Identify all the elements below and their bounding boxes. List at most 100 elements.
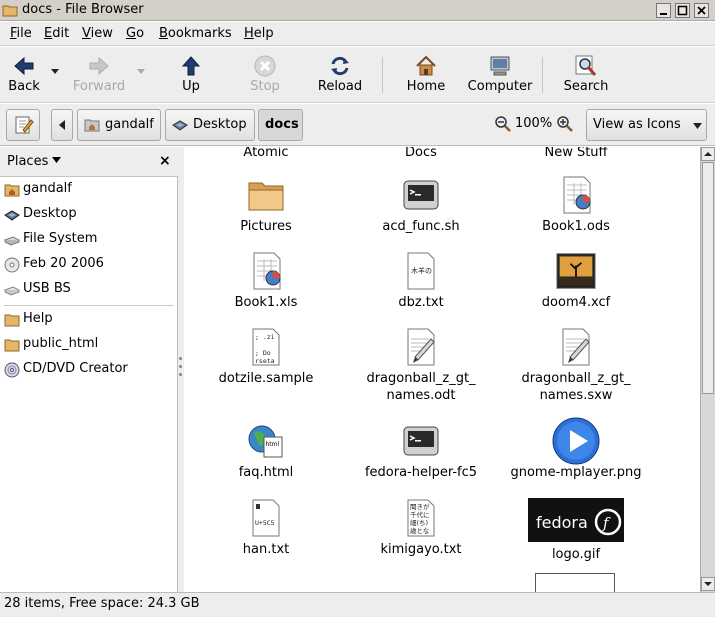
- close-window-button[interactable]: [694, 3, 709, 18]
- sidebar-item-desktop[interactable]: Desktop: [0, 203, 178, 227]
- file-item-pictures[interactable]: Pictures: [191, 175, 341, 235]
- svg-text:木羊の: 木羊の: [411, 266, 432, 275]
- file-item-dragonball-sxw[interactable]: dragonball_z_gt_ names.sxw: [501, 327, 651, 407]
- sidebar-item-file-system[interactable]: File System: [0, 228, 178, 252]
- minimize-button[interactable]: [656, 3, 671, 18]
- file-item-dragonball-odt[interactable]: dragonball_z_gt_ names.odt: [346, 327, 496, 407]
- sidebar-item-usb-bs[interactable]: USB BS: [0, 278, 178, 302]
- title-bar: docs - File Browser: [0, 0, 715, 21]
- terminal-script-icon: [403, 180, 439, 210]
- menu-file[interactable]: File: [10, 26, 32, 41]
- file-item-dbz-txt[interactable]: 木羊の dbz.txt: [346, 251, 496, 311]
- path-scroll-left-button[interactable]: [51, 109, 73, 141]
- svg-text:fedora: fedora: [536, 513, 588, 532]
- file-icon-view[interactable]: Atomic Docs New Stuff Pictures acd_func.…: [184, 147, 700, 592]
- file-item-faq-html[interactable]: html faq.html: [191, 421, 341, 481]
- menu-go[interactable]: Go: [126, 26, 144, 41]
- back-arrow-icon: [14, 56, 34, 76]
- usb-drive-icon: [4, 286, 20, 296]
- file-item-kimigayo-txt[interactable]: 聞きが 千代に 細(ち) 歳とな kimigayo.txt: [346, 498, 496, 558]
- search-button[interactable]: Search: [558, 47, 614, 103]
- grip-dot: [179, 365, 182, 368]
- menu-view[interactable]: View: [82, 26, 113, 41]
- computer-button[interactable]: Computer: [464, 47, 536, 103]
- folder-icon: [4, 314, 20, 327]
- spreadsheet-icon: [253, 252, 281, 290]
- reload-button[interactable]: Reload: [312, 47, 368, 103]
- svg-text:U+5C5: U+5C5: [255, 519, 275, 527]
- text-file-icon: 聞きが千代に細(ち)歳とな: [407, 499, 435, 537]
- zoom-in-icon[interactable]: [556, 115, 574, 133]
- sidebar-title-dropdown[interactable]: Places: [7, 154, 62, 169]
- menu-bookmarks[interactable]: Bookmarks: [159, 26, 232, 41]
- html-file-icon: html: [248, 425, 283, 458]
- home-folder-icon: [84, 119, 100, 132]
- sidebar-item-help[interactable]: Help: [0, 308, 178, 332]
- edit-location-icon: [15, 116, 34, 134]
- chevron-down-icon: [704, 582, 712, 586]
- path-button-gandalf[interactable]: gandalf: [77, 109, 161, 141]
- svg-text:; .zi: ; .zi: [255, 333, 275, 341]
- vertical-scrollbar[interactable]: [700, 147, 715, 592]
- sidebar-item-public-html[interactable]: public_html: [0, 333, 178, 357]
- folder-icon: [4, 339, 20, 352]
- file-item-book1-xls[interactable]: Book1.xls: [191, 251, 341, 311]
- desktop-icon: [4, 210, 20, 221]
- status-text: 28 items, Free space: 24.3 GB: [4, 596, 200, 611]
- sidebar-item-gandalf[interactable]: gandalf: [0, 178, 178, 202]
- file-item-gnome-mplayer[interactable]: gnome-mplayer.png: [501, 417, 651, 481]
- stop-button[interactable]: Stop: [240, 47, 290, 103]
- menu-help[interactable]: Help: [244, 26, 274, 41]
- home-button[interactable]: Home: [400, 47, 452, 103]
- terminal-script-icon: [403, 426, 439, 456]
- up-button[interactable]: Up: [166, 47, 216, 103]
- svg-text:; Do: ; Do: [255, 349, 271, 357]
- zoom-out-icon[interactable]: [494, 115, 512, 133]
- sidebar-item-feb-20-2006[interactable]: Feb 20 2006: [0, 253, 178, 277]
- maximize-icon: [677, 5, 688, 16]
- home-folder-icon: [4, 184, 20, 197]
- back-history-dropdown[interactable]: [51, 69, 59, 74]
- forward-history-dropdown[interactable]: [137, 69, 145, 74]
- cdrom-icon: [4, 257, 20, 273]
- computer-icon: [490, 56, 510, 76]
- grip-dot: [179, 357, 182, 360]
- document-icon: [562, 328, 590, 366]
- play-icon: [552, 417, 600, 465]
- chevron-left-icon: [59, 120, 65, 130]
- location-bar: gandalf Desktop docs View as Icons: [0, 104, 715, 146]
- path-button-desktop[interactable]: Desktop: [165, 109, 255, 141]
- file-item-partial[interactable]: [535, 573, 615, 592]
- sidebar-close-button[interactable]: ×: [159, 153, 171, 169]
- path-button-docs[interactable]: docs: [258, 109, 303, 141]
- folder-icon: [2, 5, 18, 17]
- toggle-location-entry-button[interactable]: [6, 109, 40, 141]
- forward-button[interactable]: Forward: [68, 47, 130, 103]
- text-file-icon: 木羊の: [407, 252, 435, 290]
- scroll-up-button[interactable]: [701, 147, 715, 161]
- file-item-acd-func[interactable]: acd_func.sh: [346, 175, 496, 235]
- svg-text:細(ち): 細(ち): [410, 518, 428, 527]
- image-thumbnail-icon: [556, 253, 596, 289]
- file-item-han-txt[interactable]: U+5C5 han.txt: [191, 498, 341, 558]
- search-icon: [575, 55, 597, 76]
- menu-edit[interactable]: Edit: [44, 26, 69, 41]
- view-mode-select[interactable]: View as Icons: [586, 109, 707, 141]
- file-item-dotzile-sample[interactable]: ; .zi; Do rseta dotzile.sample: [191, 327, 341, 407]
- zoom-level[interactable]: 100%: [515, 116, 552, 131]
- back-button[interactable]: Back: [0, 47, 48, 103]
- file-item-doom4-xcf[interactable]: doom4.xcf: [501, 251, 651, 311]
- forward-arrow-icon: [89, 56, 109, 76]
- scrollbar-thumb[interactable]: [702, 162, 714, 394]
- scroll-down-button[interactable]: [701, 577, 715, 591]
- sidebar-item-cd-dvd-creator[interactable]: CD/DVD Creator: [0, 358, 178, 382]
- maximize-button[interactable]: [675, 3, 690, 18]
- file-item-book1-ods[interactable]: Book1.ods: [501, 175, 651, 235]
- close-icon: [697, 6, 706, 15]
- up-arrow-icon: [181, 56, 201, 76]
- file-item-fedora-helper[interactable]: fedora-helper-fc5: [346, 421, 496, 481]
- folder-icon: [248, 182, 284, 211]
- toolbar: Back Forward Up Stop Reload Home Compute…: [0, 47, 715, 103]
- svg-text:千代に: 千代に: [410, 510, 430, 519]
- file-item-logo-gif[interactable]: fedora f logo.gif: [501, 498, 651, 562]
